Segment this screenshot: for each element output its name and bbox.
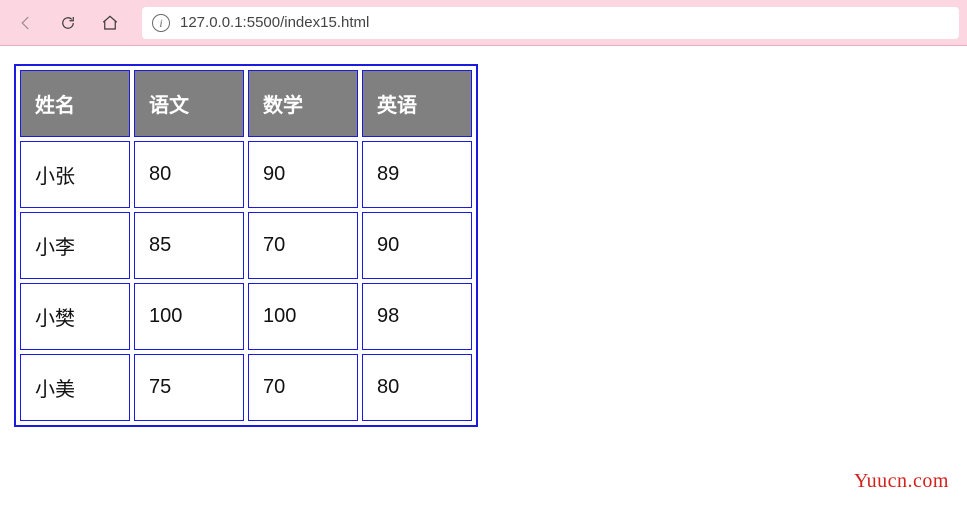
cell-value: 89 xyxy=(362,141,472,208)
cell-value: 85 xyxy=(134,212,244,279)
cell-value: 90 xyxy=(248,141,358,208)
cell-value: 98 xyxy=(362,283,472,350)
back-button[interactable] xyxy=(8,5,44,41)
refresh-icon xyxy=(59,14,77,32)
home-icon xyxy=(101,14,119,32)
table-header-row: 姓名 语文 数学 英语 xyxy=(20,70,472,137)
page-content: 姓名 语文 数学 英语 小张 80 90 89 小李 85 70 90 小樊 1… xyxy=(0,46,967,513)
cell-value: 70 xyxy=(248,354,358,421)
cell-value: 100 xyxy=(134,283,244,350)
table-row: 小张 80 90 89 xyxy=(20,141,472,208)
col-english: 英语 xyxy=(362,70,472,137)
grades-table: 姓名 语文 数学 英语 小张 80 90 89 小李 85 70 90 小樊 1… xyxy=(14,64,478,427)
arrow-left-icon xyxy=(17,14,35,32)
col-chinese: 语文 xyxy=(134,70,244,137)
cell-name: 小张 xyxy=(20,141,130,208)
cell-value: 70 xyxy=(248,212,358,279)
address-bar[interactable]: i 127.0.0.1:5500/index15.html xyxy=(142,7,959,39)
table-row: 小李 85 70 90 xyxy=(20,212,472,279)
cell-value: 80 xyxy=(362,354,472,421)
cell-name: 小美 xyxy=(20,354,130,421)
cell-name: 小樊 xyxy=(20,283,130,350)
table-row: 小樊 100 100 98 xyxy=(20,283,472,350)
table-row: 小美 75 70 80 xyxy=(20,354,472,421)
cell-name: 小李 xyxy=(20,212,130,279)
cell-value: 90 xyxy=(362,212,472,279)
refresh-button[interactable] xyxy=(50,5,86,41)
cell-value: 80 xyxy=(134,141,244,208)
cell-value: 75 xyxy=(134,354,244,421)
col-math: 数学 xyxy=(248,70,358,137)
url-text: 127.0.0.1:5500/index15.html xyxy=(180,14,369,31)
col-name: 姓名 xyxy=(20,70,130,137)
browser-toolbar: i 127.0.0.1:5500/index15.html xyxy=(0,0,967,46)
home-button[interactable] xyxy=(92,5,128,41)
info-icon: i xyxy=(152,14,170,32)
cell-value: 100 xyxy=(248,283,358,350)
watermark-text: Yuucn.com xyxy=(854,470,949,493)
